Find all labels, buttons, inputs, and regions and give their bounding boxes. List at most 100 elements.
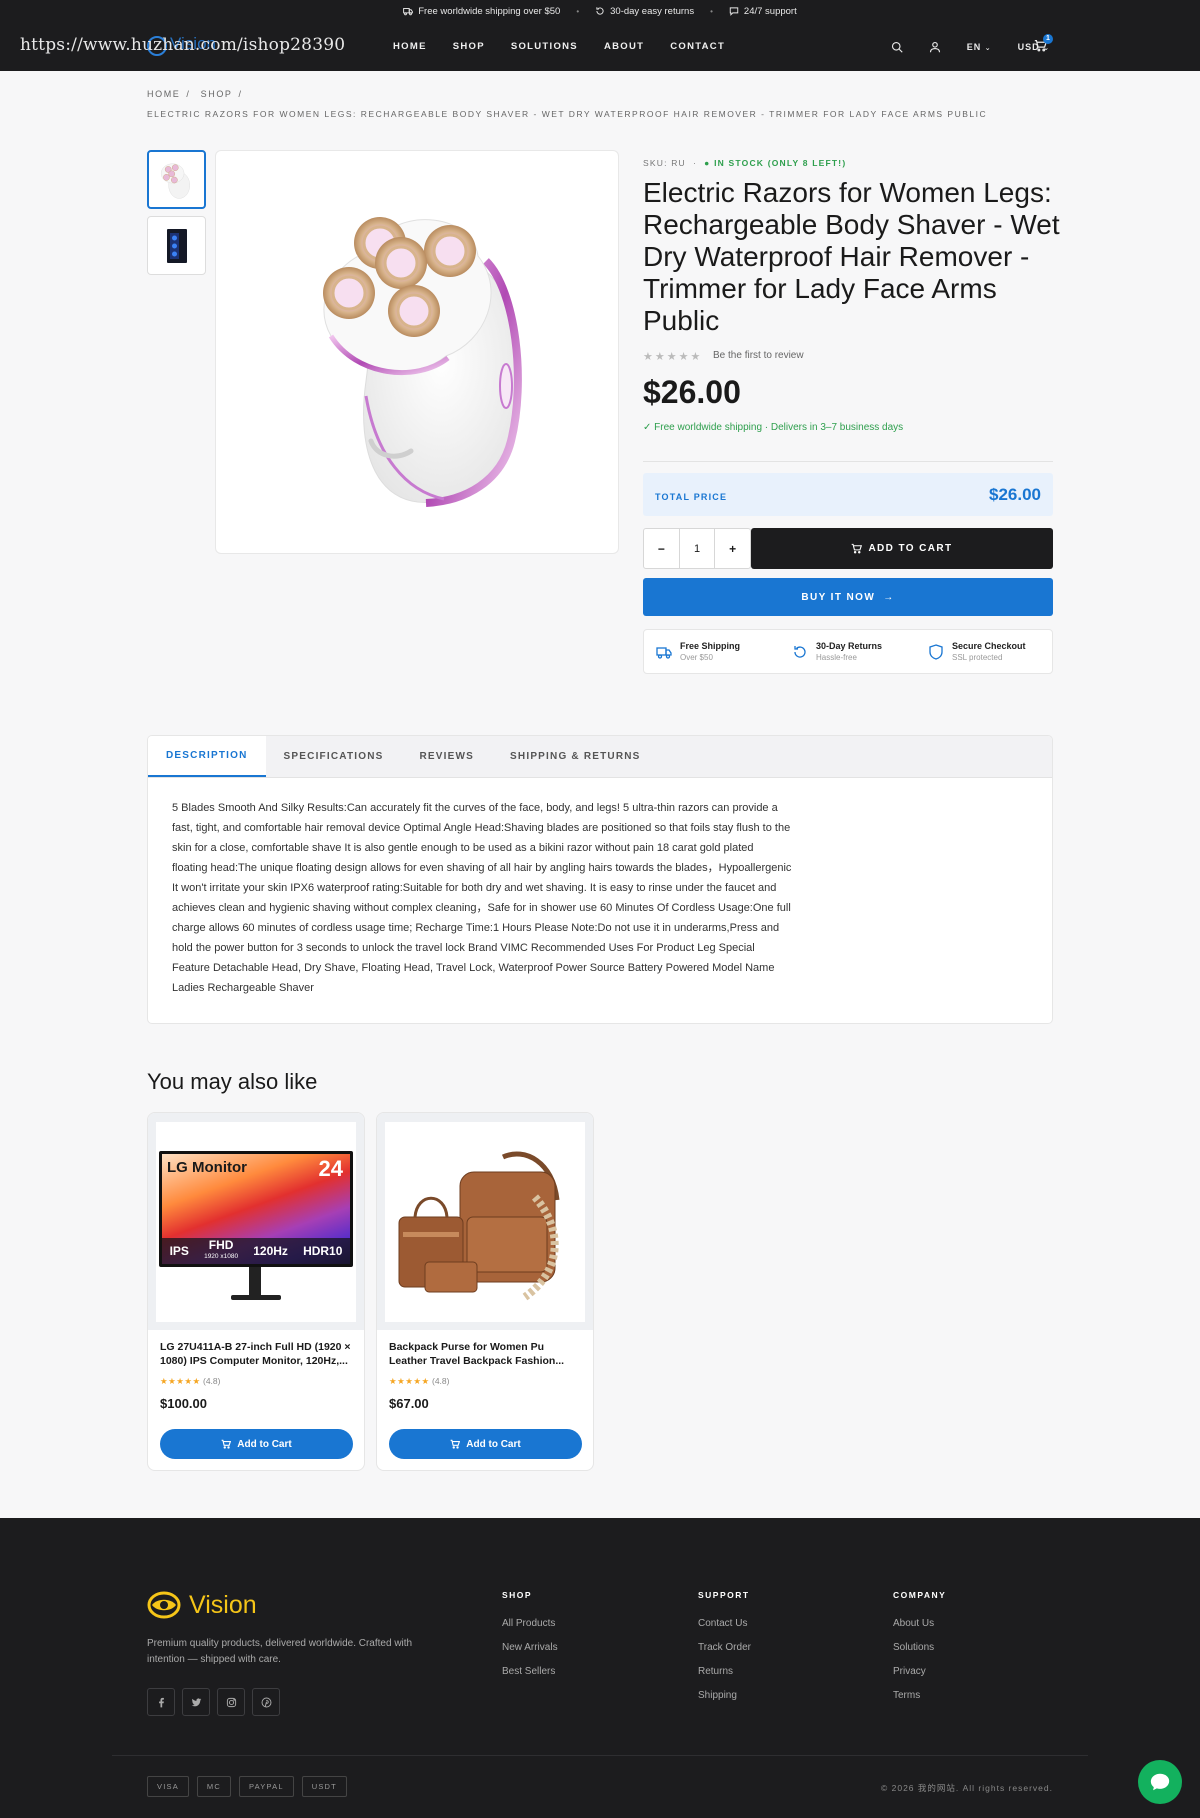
quantity-input[interactable]: 1: [678, 529, 716, 568]
footer-link-all-products[interactable]: All Products: [502, 1618, 558, 1629]
add-to-cart-button[interactable]: ADD TO CART: [751, 528, 1053, 569]
refresh-icon: [596, 7, 604, 15]
pinterest-icon: [261, 1697, 271, 1707]
rating-stars: ★★★★★: [643, 351, 703, 363]
monitor-stand: [249, 1266, 261, 1297]
footer-column-company: COMPANY About Us Solutions Privacy Terms: [893, 1590, 946, 1714]
product-card-add-to-cart-button[interactable]: Add to Cart: [160, 1429, 353, 1459]
breadcrumb-shop[interactable]: SHOP: [201, 89, 233, 99]
truck-icon: [656, 646, 672, 659]
add-to-cart-label: Add to Cart: [237, 1438, 292, 1450]
breadcrumb-home[interactable]: HOME: [147, 89, 180, 99]
footer-link-track-order[interactable]: Track Order: [698, 1642, 751, 1653]
stock-status: ● IN STOCK (ONLY 8 LEFT!): [704, 158, 847, 168]
tab-description[interactable]: DESCRIPTION: [148, 736, 266, 777]
facebook-icon: [158, 1697, 164, 1707]
rating-stars: ★★★★★: [160, 1376, 201, 1386]
nav-link-shop[interactable]: SHOP: [453, 41, 485, 52]
product-card-image[interactable]: [377, 1113, 593, 1330]
quantity-stepper: − 1 +: [643, 528, 751, 569]
product-main-image[interactable]: [215, 150, 619, 554]
product-card-name[interactable]: LG 27U411A-B 27-inch Full HD (1920 × 108…: [160, 1340, 355, 1368]
sku-text: SKU: RU: [643, 158, 686, 168]
language-value: EN: [966, 41, 982, 52]
product-card[interactable]: LG Monitor 24 IPS FHD 1920 x1080 120Hz HD…: [147, 1112, 365, 1471]
perk-subtitle: Over $50: [680, 653, 713, 662]
instagram-icon: [226, 1697, 236, 1707]
quantity-increase-button[interactable]: +: [715, 529, 750, 568]
announcement-returns-text: 30-day easy returns: [610, 5, 695, 17]
separator-dot: ·: [689, 158, 701, 168]
separator-dot: •: [710, 6, 713, 16]
site-footer: Vision Premium quality products, deliver…: [0, 1518, 1200, 1818]
pinterest-button[interactable]: [252, 1688, 280, 1716]
nav-menu: HOME SHOP SOLUTIONS ABOUT CONTACT: [393, 22, 751, 71]
product-card-add-to-cart-button[interactable]: Add to Cart: [389, 1429, 582, 1459]
cart-button[interactable]: 1: [1034, 34, 1053, 57]
review-link[interactable]: Be the first to review: [713, 350, 804, 361]
truck-icon: [403, 8, 414, 16]
product-card-image[interactable]: LG Monitor 24 IPS FHD 1920 x1080 120Hz HD…: [148, 1113, 364, 1330]
footer-link-about-us[interactable]: About Us: [893, 1618, 946, 1629]
buy-now-button[interactable]: BUY IT NOW →: [643, 578, 1053, 616]
product-thumbnail-1[interactable]: [147, 150, 206, 209]
product-card-name[interactable]: Backpack Purse for Women Pu Leather Trav…: [389, 1340, 584, 1368]
nav-link-about[interactable]: ABOUT: [604, 41, 644, 52]
footer-column-title: COMPANY: [893, 1590, 947, 1600]
tab-specifications[interactable]: SPECIFICATIONS: [266, 736, 402, 777]
footer-column-support: SUPPORT Contact Us Track Order Returns S…: [698, 1590, 751, 1714]
footer-link-new-arrivals[interactable]: New Arrivals: [502, 1642, 558, 1653]
footer-link-best-sellers[interactable]: Best Sellers: [502, 1666, 558, 1677]
footer-column-title: SHOP: [502, 1590, 533, 1600]
description-text: 5 Blades Smooth And Silky Results:Can ac…: [172, 802, 792, 994]
instagram-button[interactable]: [217, 1688, 245, 1716]
product-tabs-panel: DESCRIPTION SPECIFICATIONS REVIEWS SHIPP…: [147, 735, 1053, 1024]
footer-column-shop: SHOP All Products New Arrivals Best Sell…: [502, 1590, 558, 1690]
payment-badge: USDT: [301, 1776, 347, 1797]
nav-link-home[interactable]: HOME: [393, 41, 427, 52]
refresh-icon: [794, 645, 806, 658]
footer-divider: [112, 1755, 1088, 1756]
tab-shipping-returns[interactable]: SHIPPING & RETURNS: [492, 736, 659, 777]
language-select[interactable]: EN ⌄: [967, 42, 992, 52]
monitor-feature: FHD: [208, 1237, 234, 1252]
product-card-rating: ★★★★★ (4.8): [389, 1376, 449, 1387]
footer-link-terms[interactable]: Terms: [893, 1690, 946, 1701]
footer-link-privacy[interactable]: Privacy: [893, 1666, 946, 1677]
perks-bar: Free Shipping Over $50 30-Day Returns Hass…: [643, 629, 1053, 674]
user-icon[interactable]: [929, 41, 941, 53]
facebook-button[interactable]: [147, 1688, 175, 1716]
rating-value: (4.8): [431, 1376, 450, 1386]
quantity-decrease-button[interactable]: −: [644, 529, 679, 568]
rating-value: (4.8): [202, 1376, 221, 1386]
nav-link-solutions[interactable]: SOLUTIONS: [511, 41, 578, 52]
payment-badge: PAYPAL: [238, 1776, 294, 1797]
monitor-graphic: LG Monitor 24 IPS FHD 1920 x1080 120Hz HD…: [159, 1137, 353, 1307]
rating-stars: ★★★★★: [389, 1376, 430, 1386]
perk-secure-checkout: Secure Checkout SSL protected: [916, 630, 1052, 673]
footer-link-shipping[interactable]: Shipping: [698, 1690, 751, 1701]
tab-reviews[interactable]: REVIEWS: [402, 736, 493, 777]
monitor-feature-strip: IPS FHD 1920 x1080 120Hz HDR10: [162, 1237, 350, 1264]
footer-logo[interactable]: Vision: [147, 1590, 257, 1620]
perk-title: 30-Day Returns: [816, 641, 883, 651]
monitor-feature: IPS: [169, 1243, 189, 1258]
twitter-icon: [191, 1697, 201, 1706]
footer-link-contact-us[interactable]: Contact Us: [698, 1618, 751, 1629]
chat-widget-button[interactable]: [1138, 1760, 1182, 1804]
product-thumbnail-2[interactable]: [147, 216, 206, 275]
eye-logo-icon: [147, 1591, 181, 1619]
breadcrumb-separator: /: [186, 89, 191, 99]
product-card-rating: ★★★★★ (4.8): [160, 1376, 220, 1387]
social-links: [147, 1688, 280, 1716]
nav-link-contact[interactable]: CONTACT: [670, 41, 725, 52]
footer-link-returns[interactable]: Returns: [698, 1666, 751, 1677]
perk-subtitle: SSL protected: [952, 653, 1003, 662]
search-icon[interactable]: [891, 41, 903, 53]
footer-column-title: SUPPORT: [698, 1590, 750, 1600]
footer-link-solutions[interactable]: Solutions: [893, 1642, 946, 1653]
monitor-brand-text: LG Monitor: [167, 1158, 247, 1176]
product-card[interactable]: Backpack Purse for Women Pu Leather Trav…: [376, 1112, 594, 1471]
breadcrumb-separator: /: [238, 89, 243, 99]
twitter-button[interactable]: [182, 1688, 210, 1716]
